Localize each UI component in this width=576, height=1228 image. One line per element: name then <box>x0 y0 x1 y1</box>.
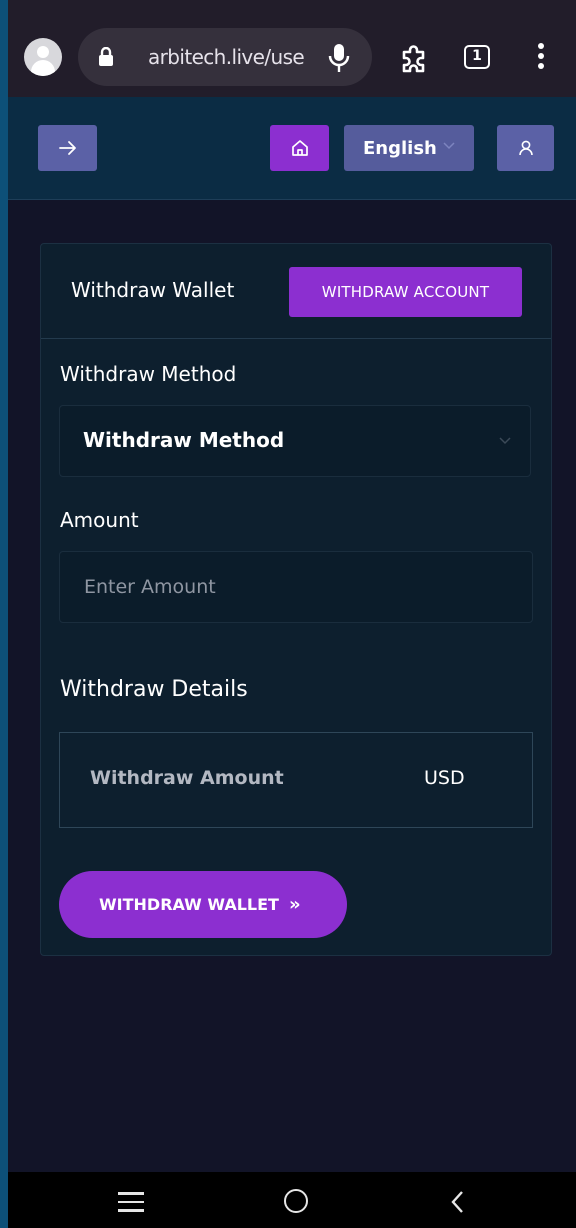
withdraw-wallet-label: WITHDRAW WALLET <box>99 895 279 914</box>
back-icon[interactable] <box>450 1190 466 1214</box>
extensions-icon[interactable] <box>398 42 430 74</box>
card-title: Withdraw Wallet <box>71 278 235 302</box>
arrow-right-icon[interactable] <box>38 125 97 171</box>
double-chevron-icon: » <box>288 894 301 915</box>
user-icon[interactable] <box>497 125 554 171</box>
withdraw-method-select[interactable]: Withdraw Method <box>59 405 531 477</box>
withdraw-card: Withdraw Wallet WITHDRAW ACCOUNT Withdra… <box>40 243 552 956</box>
withdraw-wallet-button[interactable]: WITHDRAW WALLET » <box>59 871 347 938</box>
details-key: Withdraw Amount <box>90 767 284 789</box>
address-bar[interactable]: arbitech.live/user <box>78 28 372 86</box>
system-nav-bar <box>8 1172 576 1228</box>
mic-icon[interactable] <box>328 43 350 73</box>
screen: arbitech.live/user 1 English Withdraw Wa… <box>8 0 576 1228</box>
chevron-down-icon <box>443 142 455 150</box>
recents-icon[interactable] <box>118 1192 144 1218</box>
withdraw-account-button[interactable]: WITHDRAW ACCOUNT <box>289 267 522 317</box>
amount-input[interactable] <box>59 551 533 623</box>
lock-icon <box>99 47 113 66</box>
amount-label: Amount <box>60 508 139 532</box>
method-select-value: Withdraw Method <box>83 428 285 452</box>
language-label: English <box>363 137 437 159</box>
details-table: Withdraw Amount USD <box>59 732 533 828</box>
details-title: Withdraw Details <box>60 677 248 702</box>
app-header: English <box>8 97 576 200</box>
more-vert-icon[interactable] <box>537 43 545 73</box>
account-avatar-icon[interactable] <box>24 38 62 76</box>
home-circle-icon[interactable] <box>284 1189 308 1213</box>
home-icon[interactable] <box>270 125 329 171</box>
browser-toolbar: arbitech.live/user 1 <box>8 0 576 97</box>
method-label: Withdraw Method <box>60 362 237 386</box>
url-text[interactable]: arbitech.live/user <box>148 45 304 69</box>
chevron-down-icon <box>499 437 511 445</box>
details-value: USD <box>424 767 465 789</box>
language-select[interactable]: English <box>344 125 474 171</box>
tab-switcher-icon[interactable]: 1 <box>464 45 490 69</box>
card-header: Withdraw Wallet WITHDRAW ACCOUNT <box>41 244 551 339</box>
